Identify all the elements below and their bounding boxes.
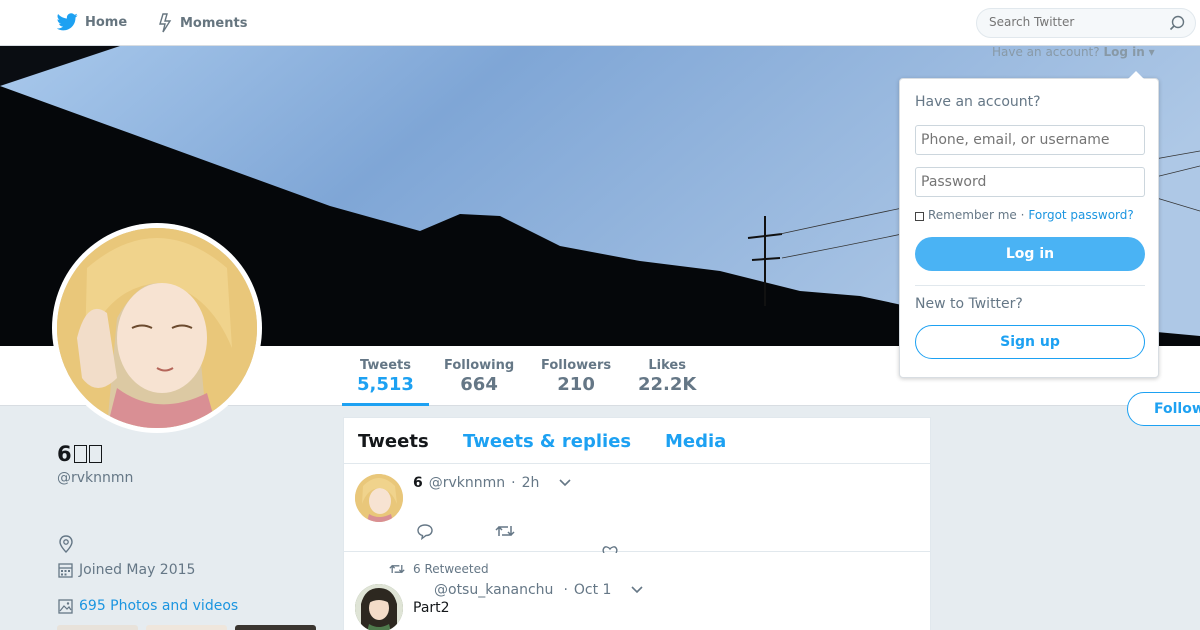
stat-label: Likes — [648, 358, 686, 373]
remember-me-label[interactable]: Remember me · — [928, 208, 1024, 222]
twitter-bird-icon — [57, 13, 78, 31]
tweet-author-handle[interactable]: @rvknnmn — [429, 475, 505, 491]
media-thumbnail[interactable] — [146, 625, 227, 630]
tweet-author-name[interactable]: 6 — [413, 475, 423, 491]
chevron-down-icon[interactable] — [631, 586, 644, 594]
search-input[interactable] — [989, 15, 1159, 29]
calendar-icon — [58, 563, 73, 578]
active-stat-indicator — [342, 403, 429, 406]
retweet-icon — [389, 564, 405, 574]
timeline: Tweets Tweets & replies Media 6 @rvknnmn… — [343, 417, 931, 630]
stat-followers[interactable]: Followers 210 — [541, 358, 611, 395]
tweet-header: @otsu_kananchu · Oct 1 — [434, 582, 644, 598]
signup-button[interactable]: Sign up — [915, 325, 1145, 359]
retweet-context: 6 Retweeted — [389, 562, 489, 576]
stat-label: Following — [444, 358, 515, 373]
stat-label: Followers — [541, 358, 612, 373]
tweet-header: 6 @rvknnmn · 2h — [413, 475, 571, 491]
remember-me-row: Remember me · Forgot password? — [915, 208, 1134, 222]
stat-value: 5,513 — [357, 374, 414, 395]
separator-dot: · — [511, 475, 516, 491]
tweet[interactable]: 6 Retweeted @otsu_kananchu · Oct 1 Part2 — [344, 552, 930, 630]
stat-tweets[interactable]: Tweets 5,513 — [357, 358, 414, 395]
tweet-avatar[interactable] — [355, 474, 403, 522]
login-toggle[interactable]: Log in — [1103, 45, 1144, 59]
tweet-timestamp[interactable]: 2h — [522, 475, 540, 491]
stat-value: 210 — [557, 374, 595, 395]
timeline-tabs: Tweets Tweets & replies Media — [344, 418, 930, 464]
nav-home[interactable]: Home — [57, 13, 127, 31]
tweet-author-handle[interactable]: @otsu_kananchu — [434, 582, 553, 598]
tweet-timestamp[interactable]: Oct 1 — [574, 582, 612, 598]
stat-value: 22.2K — [638, 374, 697, 395]
retweet-context-label: 6 Retweeted — [413, 562, 489, 576]
forgot-password-link[interactable]: Forgot password? — [1028, 208, 1133, 222]
nav-moments-label: Moments — [180, 15, 248, 31]
username-field[interactable] — [915, 125, 1145, 155]
login-button[interactable]: Log in — [915, 237, 1145, 271]
tab-media[interactable]: Media — [665, 431, 726, 452]
have-account-prompt: Have an account? — [992, 45, 1100, 59]
unrendered-glyph-box — [88, 445, 102, 463]
stat-following[interactable]: Following 664 — [444, 358, 514, 395]
lightning-icon — [159, 13, 172, 33]
separator-dot: · — [563, 582, 568, 598]
stat-likes[interactable]: Likes 22.2K — [638, 358, 696, 395]
login-dropdown: Have an account? Remember me · Forgot pa… — [899, 71, 1159, 378]
joined-label: Joined May 2015 — [79, 562, 196, 578]
stat-value: 664 — [460, 374, 498, 395]
stat-label: Tweets — [359, 358, 411, 373]
media-thumbnail[interactable] — [235, 625, 316, 630]
photos-label: 695 Photos and videos — [79, 598, 239, 614]
avatar-image — [355, 474, 403, 522]
chevron-down-icon[interactable] — [559, 479, 571, 487]
retweet-icon[interactable] — [495, 524, 515, 538]
profile-display-name: 6 — [57, 442, 102, 466]
caret-down-icon[interactable]: ▾ — [1145, 45, 1155, 59]
profile-handle[interactable]: @rvknnmn — [57, 470, 133, 486]
unrendered-glyph-box — [73, 445, 87, 463]
search-icon[interactable] — [1169, 15, 1185, 31]
search-box — [976, 8, 1196, 38]
new-to-twitter-label: New to Twitter? — [915, 296, 1023, 312]
location-pin-icon — [59, 535, 73, 553]
profile-avatar[interactable] — [52, 223, 262, 433]
password-field[interactable] — [915, 167, 1145, 197]
login-dropdown-title: Have an account? — [915, 94, 1041, 110]
follow-button[interactable]: Follow — [1127, 392, 1200, 426]
tweet[interactable]: 6 @rvknnmn · 2h — [344, 464, 930, 553]
nav-home-label: Home — [85, 14, 128, 30]
nav-moments[interactable]: Moments — [157, 13, 247, 33]
tab-tweets-replies[interactable]: Tweets & replies — [463, 431, 631, 452]
divider — [915, 285, 1145, 286]
media-thumbnail[interactable] — [57, 625, 138, 630]
joined-date: Joined May 2015 — [58, 562, 195, 578]
avatar-image — [57, 228, 257, 428]
tab-tweets[interactable]: Tweets — [358, 431, 429, 452]
avatar-image — [355, 584, 403, 630]
remember-me-checkbox[interactable] — [915, 211, 924, 221]
have-account-bar: Have an account? Log in ▾ — [992, 45, 1155, 59]
tweet-avatar[interactable] — [355, 584, 403, 630]
photos-link[interactable]: 695 Photos and videos — [58, 598, 238, 614]
image-icon — [58, 598, 73, 614]
reply-icon[interactable] — [416, 523, 434, 540]
tweet-text: Part2 — [413, 600, 450, 616]
top-navigation: Home Moments — [0, 0, 1200, 46]
